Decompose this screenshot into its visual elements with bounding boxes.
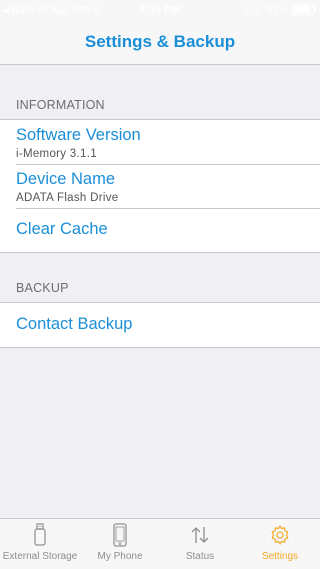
information-group: Software Version i-Memory 3.1.1 Device N… bbox=[0, 119, 320, 253]
tab-label: External Storage bbox=[2, 551, 78, 562]
device-name-value: ADATA Flash Drive bbox=[16, 192, 119, 204]
status-bar: ◀ Back to App Store 3:16 PM ➚ ᛒ 91% bbox=[0, 0, 320, 20]
tab-status[interactable]: Status bbox=[160, 519, 240, 569]
clear-cache-title: Clear Cache bbox=[16, 220, 108, 238]
status-indicators: ➚ ᛒ 91% bbox=[242, 3, 316, 16]
battery-icon bbox=[292, 4, 316, 15]
information-section-header: INFORMATION bbox=[16, 98, 105, 112]
contact-backup-cell[interactable]: Contact Backup bbox=[0, 303, 320, 347]
gear-icon bbox=[271, 525, 289, 545]
backup-section-header: BACKUP bbox=[16, 281, 69, 295]
software-version-cell[interactable]: Software Version i-Memory 3.1.1 bbox=[0, 120, 320, 164]
tab-external-storage[interactable]: External Storage bbox=[0, 519, 80, 569]
location-icon: ➚ bbox=[242, 4, 252, 16]
tab-label: Settings bbox=[261, 551, 299, 562]
usb-drive-icon bbox=[34, 523, 46, 546]
transfer-arrows-icon bbox=[191, 527, 209, 543]
phone-icon bbox=[113, 523, 127, 547]
device-name-cell[interactable]: Device Name ADATA Flash Drive bbox=[0, 164, 320, 208]
contact-backup-title: Contact Backup bbox=[16, 315, 133, 333]
tab-bar: External Storage My Phone Status Setting… bbox=[0, 518, 320, 569]
software-version-title: Software Version bbox=[16, 126, 141, 144]
tab-label: Status bbox=[185, 551, 215, 562]
clear-cache-cell[interactable]: Clear Cache bbox=[0, 208, 320, 252]
tab-my-phone[interactable]: My Phone bbox=[80, 519, 160, 569]
software-version-value: i-Memory 3.1.1 bbox=[16, 148, 97, 160]
tab-settings[interactable]: Settings bbox=[240, 519, 320, 569]
battery-percent: 91% bbox=[265, 3, 288, 16]
navigation-bar: Settings & Backup bbox=[0, 20, 320, 65]
page-title: Settings & Backup bbox=[84, 32, 236, 51]
backup-group: Contact Backup bbox=[0, 302, 320, 348]
bluetooth-icon: ᛒ bbox=[255, 3, 262, 16]
tab-label: My Phone bbox=[97, 551, 143, 562]
device-name-title: Device Name bbox=[16, 170, 116, 188]
